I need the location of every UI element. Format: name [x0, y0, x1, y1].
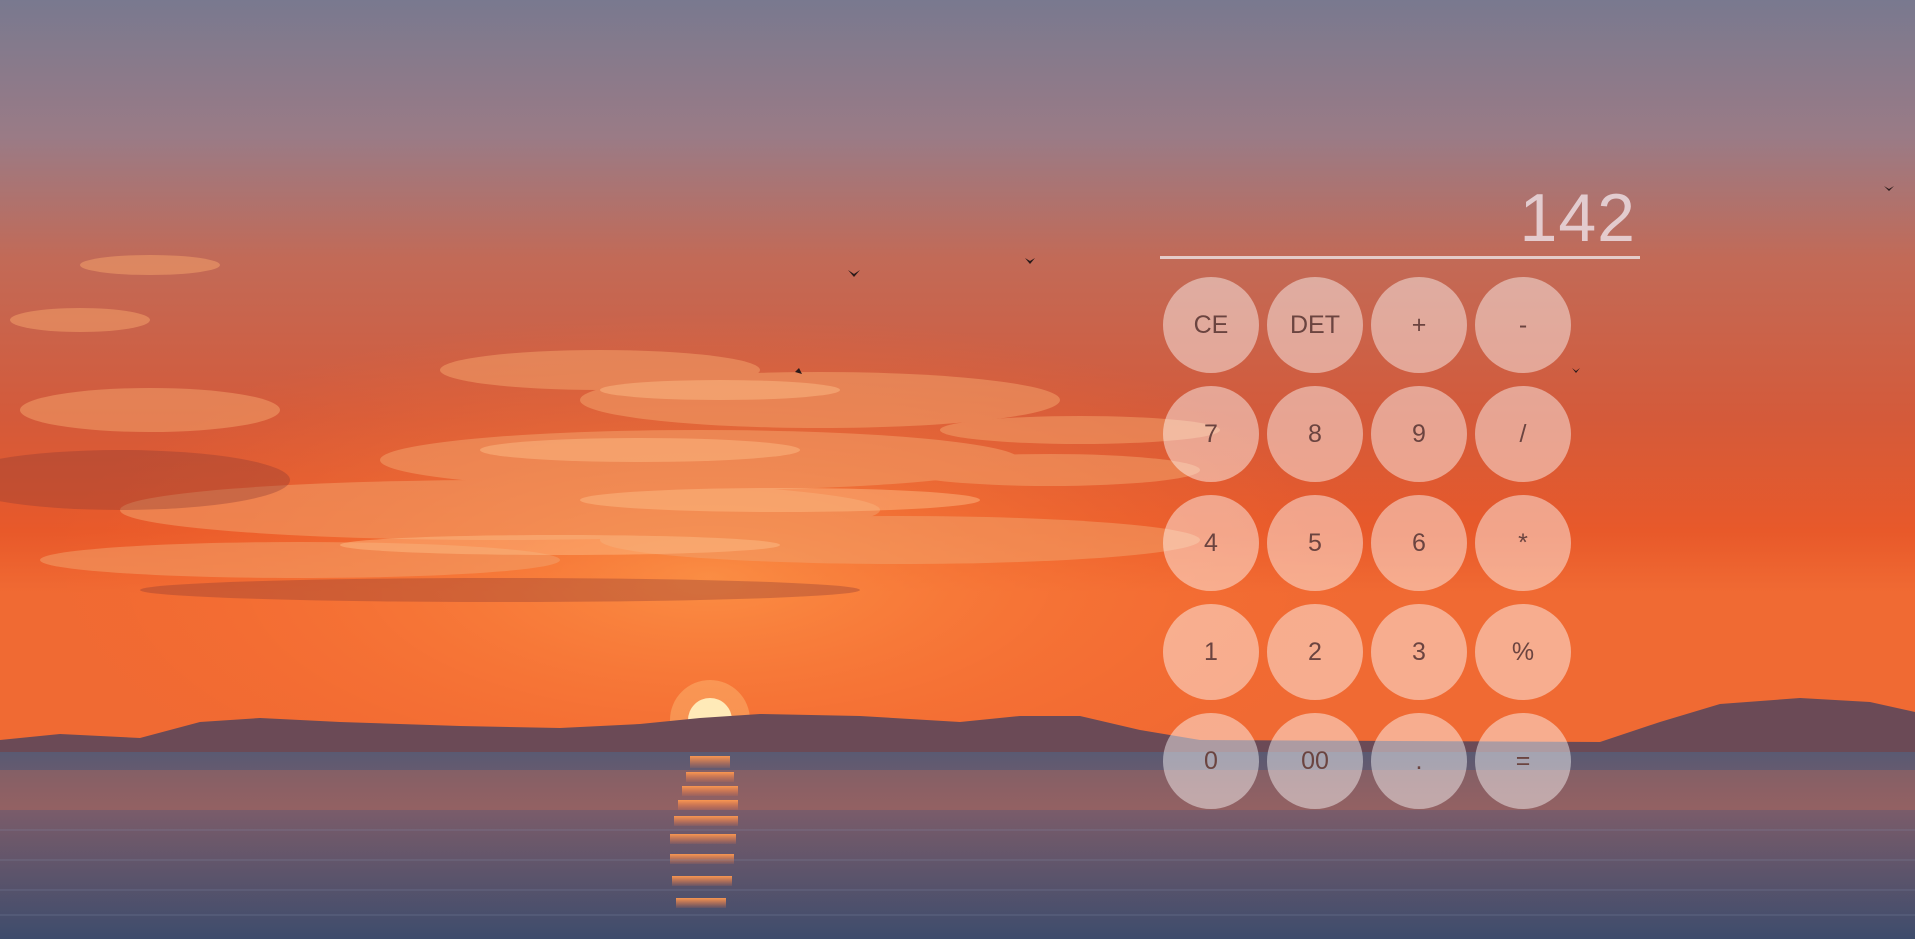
double-zero-button[interactable]: 00 — [1267, 713, 1363, 809]
digit-1-button[interactable]: 1 — [1163, 604, 1259, 700]
digit-5-button[interactable]: 5 — [1267, 495, 1363, 591]
keypad: CE DET + - 7 8 9/ 4 5 6 * 1 2 3% 0 00. = — [1163, 277, 1583, 809]
digit-2-button[interactable]: 2 — [1267, 604, 1363, 700]
digit-3-button[interactable]: 3 — [1371, 604, 1467, 700]
digit-0-button[interactable]: 0 — [1163, 713, 1259, 809]
digit-7-button[interactable]: 7 — [1163, 386, 1259, 482]
percent-button[interactable]: % — [1475, 604, 1571, 700]
digit-8-button[interactable]: 8 — [1267, 386, 1363, 482]
sunset-background — [0, 0, 1915, 939]
decimal-point-button[interactable]: . — [1371, 713, 1467, 809]
digit-6-button[interactable]: 6 — [1371, 495, 1467, 591]
minus-button[interactable]: - — [1475, 277, 1571, 373]
calculator: 142 CE DET + - 7 8 9/ 4 5 6 * 1 2 3% 0 00. = — [1160, 180, 1640, 809]
clear-entry-button[interactable]: CE — [1163, 277, 1259, 373]
divide-button[interactable]: / — [1475, 386, 1571, 482]
calculator-display: 142 — [1160, 180, 1640, 259]
digit-4-button[interactable]: 4 — [1163, 495, 1259, 591]
multiply-button[interactable]: * — [1475, 495, 1571, 591]
det-button[interactable]: DET — [1267, 277, 1363, 373]
plus-button[interactable]: + — [1371, 277, 1467, 373]
equals-button[interactable]: = — [1475, 713, 1571, 809]
display-value: 142 — [1519, 180, 1636, 256]
digit-9-button[interactable]: 9 — [1371, 386, 1467, 482]
